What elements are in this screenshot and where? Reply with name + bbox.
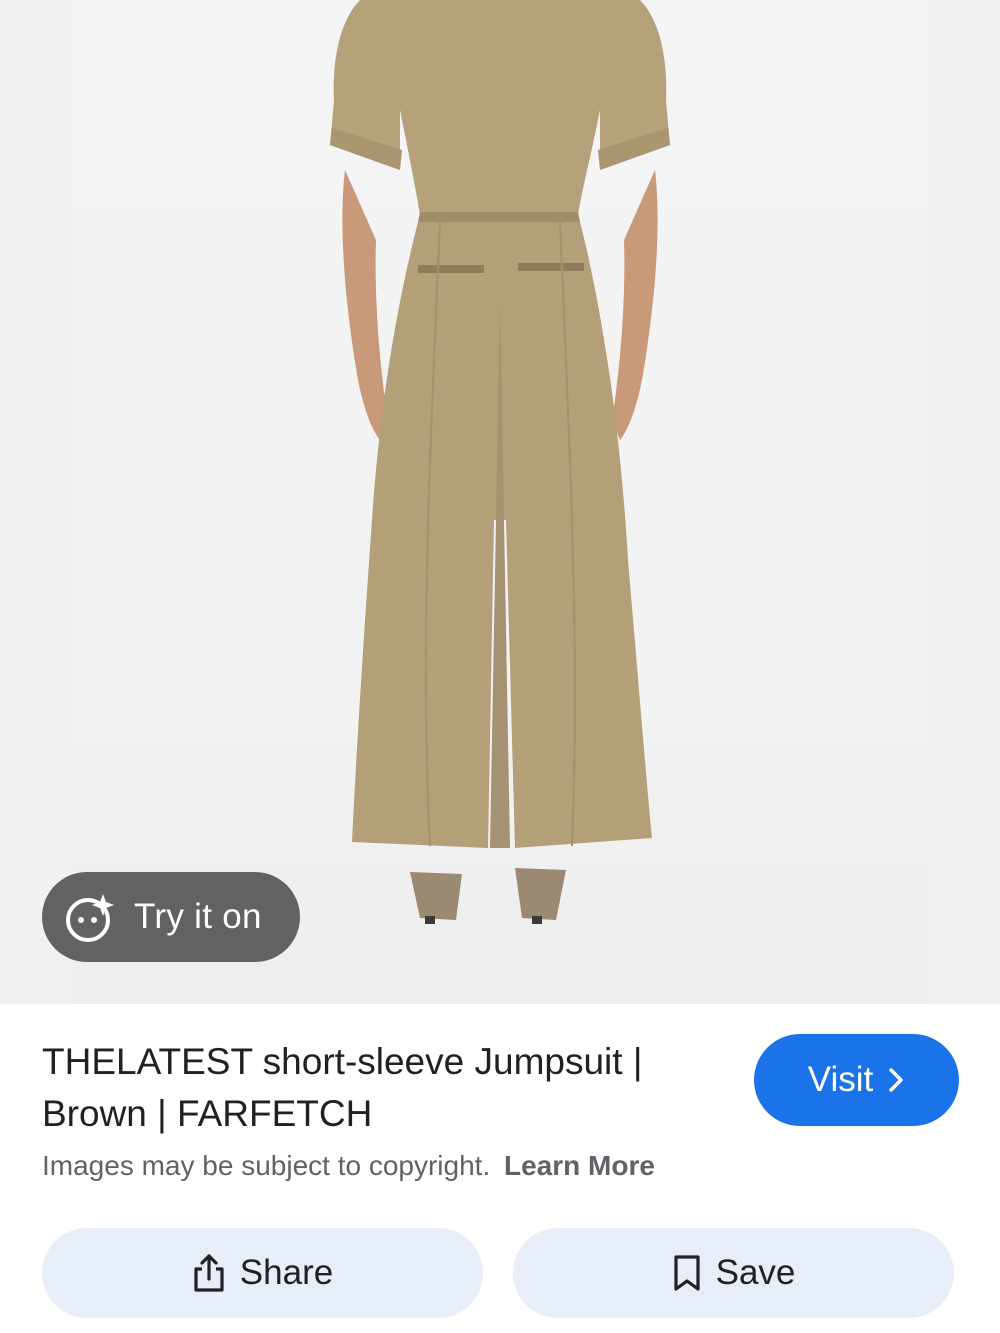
visit-label: Visit — [807, 1060, 874, 1099]
chevron-right-icon — [887, 1067, 905, 1093]
result-title[interactable]: THELATEST short-sleeve Jumpsuit | Brown … — [42, 1036, 722, 1140]
share-icon — [192, 1253, 226, 1293]
try-it-on-button[interactable]: Try it on — [42, 872, 300, 962]
share-button[interactable]: Share — [42, 1228, 483, 1318]
face-sparkle-icon — [62, 889, 118, 945]
visit-button[interactable]: Visit — [754, 1034, 959, 1126]
bookmark-icon — [672, 1254, 702, 1292]
learn-more-link[interactable]: Learn More — [504, 1150, 655, 1181]
try-it-on-label: Try it on — [134, 897, 262, 936]
copyright-notice: Images may be subject to copyright. Lear… — [42, 1150, 655, 1182]
product-photo[interactable] — [0, 0, 1000, 1004]
save-label: Save — [715, 1253, 796, 1292]
copyright-text: Images may be subject to copyright. — [42, 1150, 491, 1181]
product-image-area: Try it on — [0, 0, 1000, 1004]
share-label: Share — [239, 1253, 334, 1292]
save-button[interactable]: Save — [513, 1228, 954, 1318]
